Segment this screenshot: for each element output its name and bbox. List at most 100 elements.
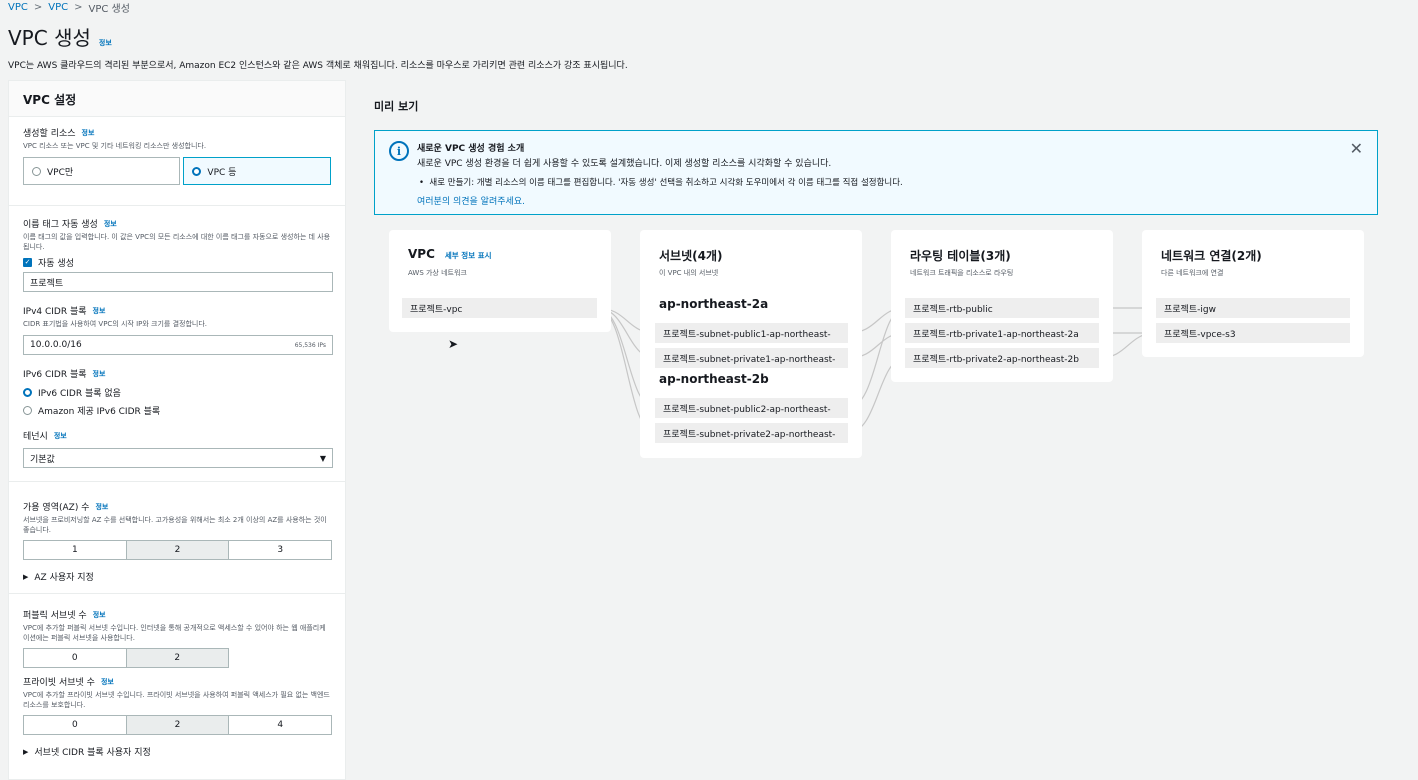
- private-subnets-option-2[interactable]: 2: [126, 716, 230, 734]
- az-desc: 서브넷을 프로비저닝할 AZ 수를 선택합니다. 고가용성을 위해서는 최소 2…: [23, 516, 327, 534]
- auto-generate-label: 자동 생성: [38, 259, 74, 269]
- caret-down-icon: ▼: [319, 453, 326, 463]
- vpc-card-title: VPC 세부 정보 표시: [408, 247, 492, 261]
- notice-bullet: • 새로 만들기: 개별 리소스의 이름 태그를 편집합니다. '자동 생성' …: [419, 176, 903, 188]
- breadcrumb: VPC > VPC > VPC 생성: [8, 0, 130, 15]
- az-label: 가용 영역(AZ) 수 정보: [23, 500, 331, 514]
- caret-right-icon: ▶: [23, 572, 29, 581]
- ipv4-section: IPv4 CIDR 블록 정보 CIDR 표기법을 사용하여 VPC의 시작 I…: [9, 304, 345, 355]
- private-subnets-option-0[interactable]: 0: [24, 716, 127, 734]
- ipv4-cidr-input[interactable]: 10.0.0.0/16 65,536 IPs: [23, 335, 333, 355]
- private-subnets-info-link[interactable]: 정보: [101, 677, 114, 687]
- tenancy-value: 기본값: [30, 454, 55, 465]
- subnet-chip[interactable]: 프로젝트-subnet-public2-ap-northeast-: [655, 398, 848, 418]
- caret-right-icon: ▶: [23, 747, 29, 756]
- route-tables-card-subtitle: 네트워크 트래픽을 리소스로 라우팅: [910, 269, 1014, 277]
- subnet-chip[interactable]: 프로젝트-subnet-public1-ap-northeast-: [655, 323, 848, 343]
- private-subnets-option-4[interactable]: 4: [229, 716, 331, 734]
- network-card-subtitle: 다른 네트워크에 연결: [1161, 269, 1224, 277]
- vpc-settings-panel: VPC 설정 생성할 리소스 정보 VPC 리소스 또는 VPC 및 기타 네트…: [8, 80, 346, 780]
- az-option-1[interactable]: 1: [24, 541, 127, 559]
- resources-info-link[interactable]: 정보: [82, 128, 95, 138]
- ipv6-label: IPv6 CIDR 블록 정보: [23, 367, 331, 381]
- preview-network-connections-card: 네트워크 연결(2개) 다른 네트워크에 연결 프로젝트-igw 프로젝트-vp…: [1142, 230, 1364, 357]
- ipv6-info-link[interactable]: 정보: [93, 369, 106, 379]
- az-segmented-control: 1 2 3: [23, 540, 332, 560]
- close-icon[interactable]: ✕: [1350, 139, 1363, 158]
- route-table-chip[interactable]: 프로젝트-rtb-private2-ap-northeast-2b: [905, 348, 1099, 368]
- private-subnets-section: 프라이빗 서브넷 수 정보 VPC에 추가할 프라이빗 서브넷 수입니다. 프라…: [9, 675, 345, 758]
- show-details-link[interactable]: 세부 정보 표시: [445, 250, 492, 261]
- route-tables-card-title: 라우팅 테이블(3개): [910, 249, 1011, 263]
- page-title: VPC 생성 정보: [8, 22, 112, 51]
- tenancy-info-link[interactable]: 정보: [54, 431, 67, 441]
- subnet-cidr-customize-expander[interactable]: ▶ 서브넷 CIDR 블록 사용자 지정: [23, 745, 331, 759]
- public-subnets-option-0[interactable]: 0: [24, 649, 127, 667]
- mouse-cursor-icon: ➤: [448, 337, 459, 351]
- az-section: 가용 영역(AZ) 수 정보 서브넷을 프로비저닝할 AZ 수를 선택합니다. …: [9, 500, 345, 583]
- radio-selected-icon: [23, 388, 32, 397]
- preview-title: 미리 보기: [374, 100, 419, 113]
- route-table-chip[interactable]: 프로젝트-rtb-private1-ap-northeast-2a: [905, 323, 1099, 343]
- divider: [9, 481, 345, 482]
- ipv6-option-label: IPv6 CIDR 블록 없음: [38, 389, 121, 399]
- breadcrumb-vpc[interactable]: VPC: [48, 2, 68, 13]
- az-info-link[interactable]: 정보: [95, 502, 108, 512]
- ipv6-label-text: IPv6 CIDR 블록: [23, 370, 87, 380]
- network-chip[interactable]: 프로젝트-igw: [1156, 298, 1350, 318]
- az-heading-2b: ap-northeast-2b: [659, 372, 769, 386]
- resources-option-vpc-only[interactable]: VPC만: [23, 157, 181, 185]
- name-tag-label: 이름 태그 자동 생성 정보: [23, 217, 331, 231]
- vpc-settings-header: VPC 설정: [9, 81, 345, 117]
- subnet-chip[interactable]: 프로젝트-subnet-private1-ap-northeast-: [655, 348, 848, 368]
- name-tag-value: 프로젝트: [30, 278, 64, 289]
- name-tag-info-link[interactable]: 정보: [104, 219, 117, 229]
- ipv4-ip-count: 65,536 IPs: [294, 341, 326, 349]
- breadcrumb-vpc-root[interactable]: VPC: [8, 2, 28, 13]
- az-heading-2a: ap-northeast-2a: [659, 297, 769, 311]
- public-subnets-label: 퍼블릭 서브넷 수 정보: [23, 608, 331, 622]
- ipv4-info-link[interactable]: 정보: [93, 306, 106, 316]
- resources-label: 생성할 리소스 정보: [23, 126, 331, 140]
- network-chip[interactable]: 프로젝트-vpce-s3: [1156, 323, 1350, 343]
- tenancy-label-text: 테넌시: [23, 432, 48, 442]
- name-tag-label-text: 이름 태그 자동 생성: [23, 220, 98, 230]
- private-subnets-label-text: 프라이빗 서브넷 수: [23, 678, 95, 688]
- ipv4-label: IPv4 CIDR 블록 정보: [23, 304, 331, 318]
- ipv6-option-amazon[interactable]: Amazon 제공 IPv6 CIDR 블록: [23, 404, 331, 417]
- public-subnets-option-2[interactable]: 2: [126, 649, 228, 667]
- preview-subnets-card: 서브넷(4개) 이 VPC 내의 서브넷 ap-northeast-2a 프로젝…: [640, 230, 862, 458]
- public-subnets-segmented-control: 0 2: [23, 648, 229, 668]
- resources-option-vpc-and-more[interactable]: VPC 등: [183, 157, 331, 185]
- page-description: VPC는 AWS 클라우드의 격리된 부분으로서, Amazon EC2 인스턴…: [8, 61, 628, 71]
- resources-label-text: 생성할 리소스: [23, 129, 76, 139]
- divider: [9, 205, 345, 206]
- checkbox-checked-icon[interactable]: ✓: [23, 258, 32, 267]
- feedback-link[interactable]: 여러분의 의견을 알려주세요.: [417, 194, 525, 207]
- chevron-right-icon: >: [74, 2, 83, 13]
- private-subnets-desc: VPC에 추가할 프라이빗 서브넷 수입니다. 프라이빗 서브넷을 사용하여 퍼…: [23, 691, 330, 709]
- auto-generate-checkbox-row[interactable]: ✓ 자동 생성: [23, 256, 331, 269]
- public-subnets-label-text: 퍼블릭 서브넷 수: [23, 611, 87, 621]
- az-option-2[interactable]: 2: [126, 541, 230, 559]
- chevron-right-icon: >: [33, 2, 43, 13]
- public-subnets-info-link[interactable]: 정보: [93, 610, 106, 620]
- az-option-3[interactable]: 3: [229, 541, 331, 559]
- notice-bullet-text: 새로 만들기: 개별 리소스의 이름 태그를 편집합니다. '자동 생성' 선택…: [429, 178, 903, 188]
- notice-title: 새로운 VPC 생성 경험 소개: [417, 144, 525, 154]
- vpc-card-subtitle: AWS 가상 네트워크: [408, 269, 467, 277]
- vpc-card-title-text: VPC: [408, 247, 435, 261]
- name-tag-input[interactable]: 프로젝트: [23, 272, 333, 292]
- name-tag-desc: 이름 태그의 값을 입력합니다. 이 값은 VPC의 모든 리소스에 대한 이름…: [23, 233, 331, 251]
- resources-radio-group: VPC만 VPC 등: [23, 157, 331, 185]
- public-subnets-section: 퍼블릭 서브넷 수 정보 VPC에 추가할 퍼블릭 서브넷 수입니다. 인터넷을…: [9, 608, 345, 668]
- tenancy-select[interactable]: 기본값 ▼: [23, 448, 333, 468]
- route-table-chip[interactable]: 프로젝트-rtb-public: [905, 298, 1099, 318]
- az-label-text: 가용 영역(AZ) 수: [23, 503, 90, 513]
- az-customize-expander[interactable]: ▶ AZ 사용자 지정: [23, 570, 331, 584]
- subnet-chip[interactable]: 프로젝트-subnet-private2-ap-northeast-: [655, 423, 848, 443]
- vpc-chip[interactable]: 프로젝트-vpc: [402, 298, 597, 318]
- page-info-link[interactable]: 정보: [99, 38, 112, 48]
- ipv4-label-text: IPv4 CIDR 블록: [23, 307, 87, 317]
- ipv6-option-none[interactable]: IPv6 CIDR 블록 없음: [23, 386, 331, 399]
